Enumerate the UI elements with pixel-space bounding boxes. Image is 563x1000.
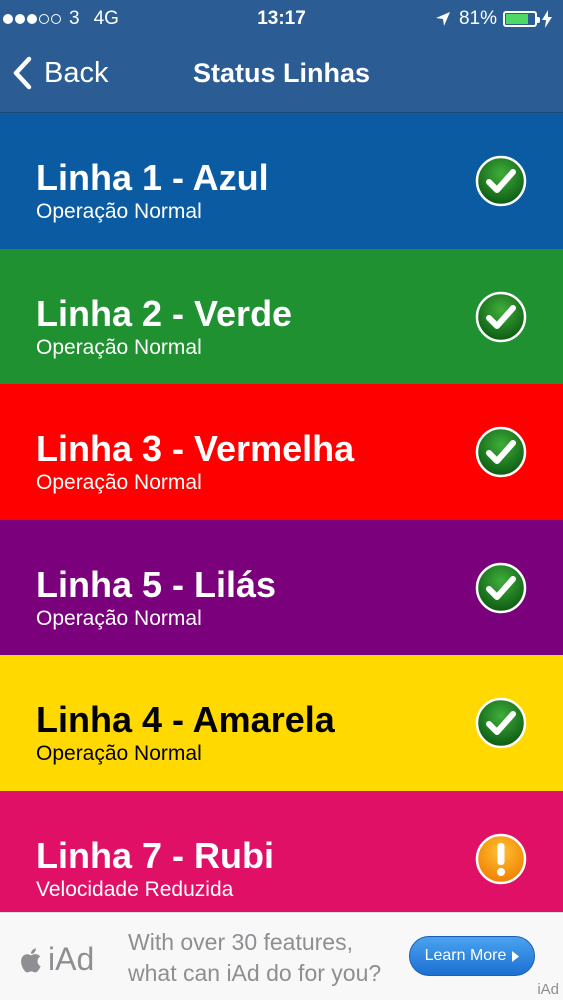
apple-icon bbox=[21, 947, 41, 972]
line-name: Linha 1 - Azul bbox=[36, 157, 269, 198]
line-row[interactable]: Linha 4 - Amarela Operação Normal bbox=[0, 655, 563, 791]
learn-more-button[interactable]: Learn More bbox=[409, 936, 535, 976]
line-status-text: Operação Normal bbox=[36, 335, 202, 359]
check-icon bbox=[475, 562, 527, 613]
status-bar: 3 4G 13:17 81% bbox=[0, 0, 563, 38]
line-name: Linha 4 - Amarela bbox=[36, 699, 335, 740]
screen: 3 4G 13:17 81% Back Status Linhas Linha … bbox=[0, 0, 563, 1000]
battery-icon bbox=[503, 11, 540, 27]
warning-icon bbox=[475, 833, 527, 884]
line-row[interactable]: Linha 7 - Rubi Velocidade Reduzida bbox=[0, 790, 563, 926]
check-icon bbox=[475, 155, 527, 207]
check-icon bbox=[475, 426, 527, 478]
iad-banner[interactable]: iAd With over 30 features, what can iAd … bbox=[0, 912, 563, 1000]
line-row[interactable]: Linha 3 - Vermelha Operação Normal bbox=[0, 384, 563, 520]
charging-bolt-icon bbox=[542, 10, 552, 28]
page-title: Status Linhas bbox=[192, 58, 371, 88]
iad-corner-label: iAd bbox=[537, 981, 559, 998]
navigation-bar: Back Status Linhas bbox=[0, 38, 563, 113]
ad-message-line-1: With over 30 features, bbox=[128, 929, 353, 955]
iad-logo: iAd bbox=[18, 941, 94, 978]
battery-level-fill bbox=[506, 14, 529, 24]
line-status-text: Operação Normal bbox=[36, 200, 202, 223]
line-status-text: Operação Normal bbox=[36, 606, 202, 630]
play-arrow-icon bbox=[512, 950, 520, 962]
iad-logo-text: iAd bbox=[48, 941, 95, 977]
battery-percent: 81% bbox=[458, 8, 497, 29]
learn-more-label: Learn More bbox=[424, 947, 507, 964]
line-row[interactable]: Linha 1 - Azul Operação Normal bbox=[0, 113, 563, 249]
line-status-text: Velocidade Reduzida bbox=[36, 877, 234, 901]
ad-message-line-2: what can iAd do for you? bbox=[128, 960, 382, 986]
line-name: Linha 3 - Vermelha bbox=[36, 428, 355, 469]
status-bar-right: 81% bbox=[435, 8, 553, 30]
line-name: Linha 5 - Lilás bbox=[36, 563, 277, 605]
line-name: Linha 2 - Verde bbox=[36, 292, 293, 334]
line-name: Linha 7 - Rubi bbox=[36, 834, 274, 876]
check-icon bbox=[475, 291, 527, 342]
line-row[interactable]: Linha 2 - Verde Operação Normal bbox=[0, 248, 563, 384]
location-arrow-icon bbox=[435, 12, 450, 26]
line-status-list: Linha 1 - Azul Operação Normal Linha 2 - V… bbox=[0, 113, 563, 926]
ad-message: With over 30 features, what can iAd do f… bbox=[128, 927, 398, 989]
line-status-text: Operação Normal bbox=[36, 742, 202, 765]
line-row[interactable]: Linha 5 - Lilás Operação Normal bbox=[0, 519, 563, 655]
check-icon bbox=[475, 697, 527, 749]
line-status-text: Operação Normal bbox=[36, 471, 202, 494]
